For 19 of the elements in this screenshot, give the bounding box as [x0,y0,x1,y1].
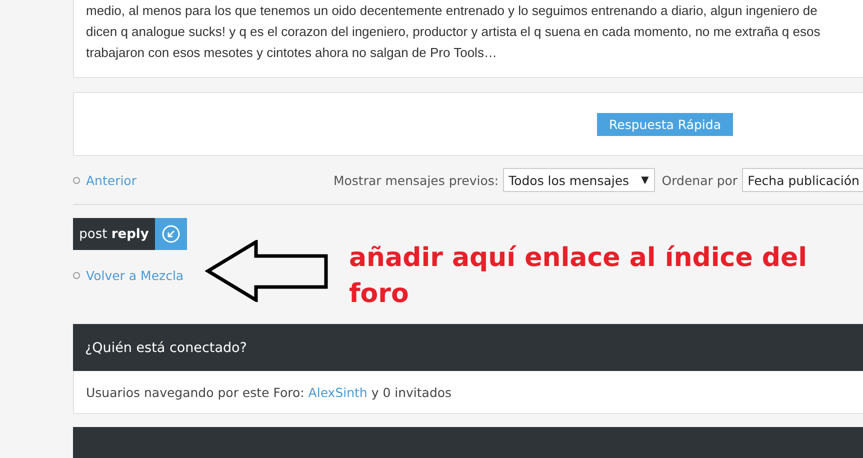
annotation-text: añadir aquí enlace al índice del foro [349,242,808,311]
sort-select[interactable]: Fecha publicación [742,168,863,192]
post-text: medio, al menos para los que tenemos un oido decentemente entrenado y lo seguimos entrenando a diario, algun ingeniero de [86,2,818,20]
caret-icon: ▼ [641,174,649,186]
show-select[interactable]: Todos los mensajes ▼ [502,168,655,192]
post-reply-button[interactable]: post reply [73,218,155,250]
sort-label: Ordenar por [662,172,738,188]
reply-icon-button[interactable] [155,218,187,250]
post-text: dicen q analogue sucks! y q es el corazon del ingeniero, productor y artista el q suena en cada momento, no me extraña q esos [86,23,822,41]
quick-reply-button[interactable]: Respuesta Rápida [597,112,733,136]
online-text: Usuarios navegando por este Foro: AlexSinth y 0 invitados [86,384,452,400]
post-text: trabajaron con esos mesotes y cintotes ahora no salgan de Pro Tools… [86,44,498,62]
previous-link[interactable]: Anterior [86,172,136,188]
bullet-icon [73,176,80,184]
user-link[interactable]: AlexSinth [308,384,368,400]
online-title: ¿Quién está conectado? [85,340,247,356]
bullet-icon [73,272,80,279]
show-label: Mostrar mensajes previos: [333,172,499,188]
back-link[interactable]: Volver a Mezcla [86,268,184,283]
